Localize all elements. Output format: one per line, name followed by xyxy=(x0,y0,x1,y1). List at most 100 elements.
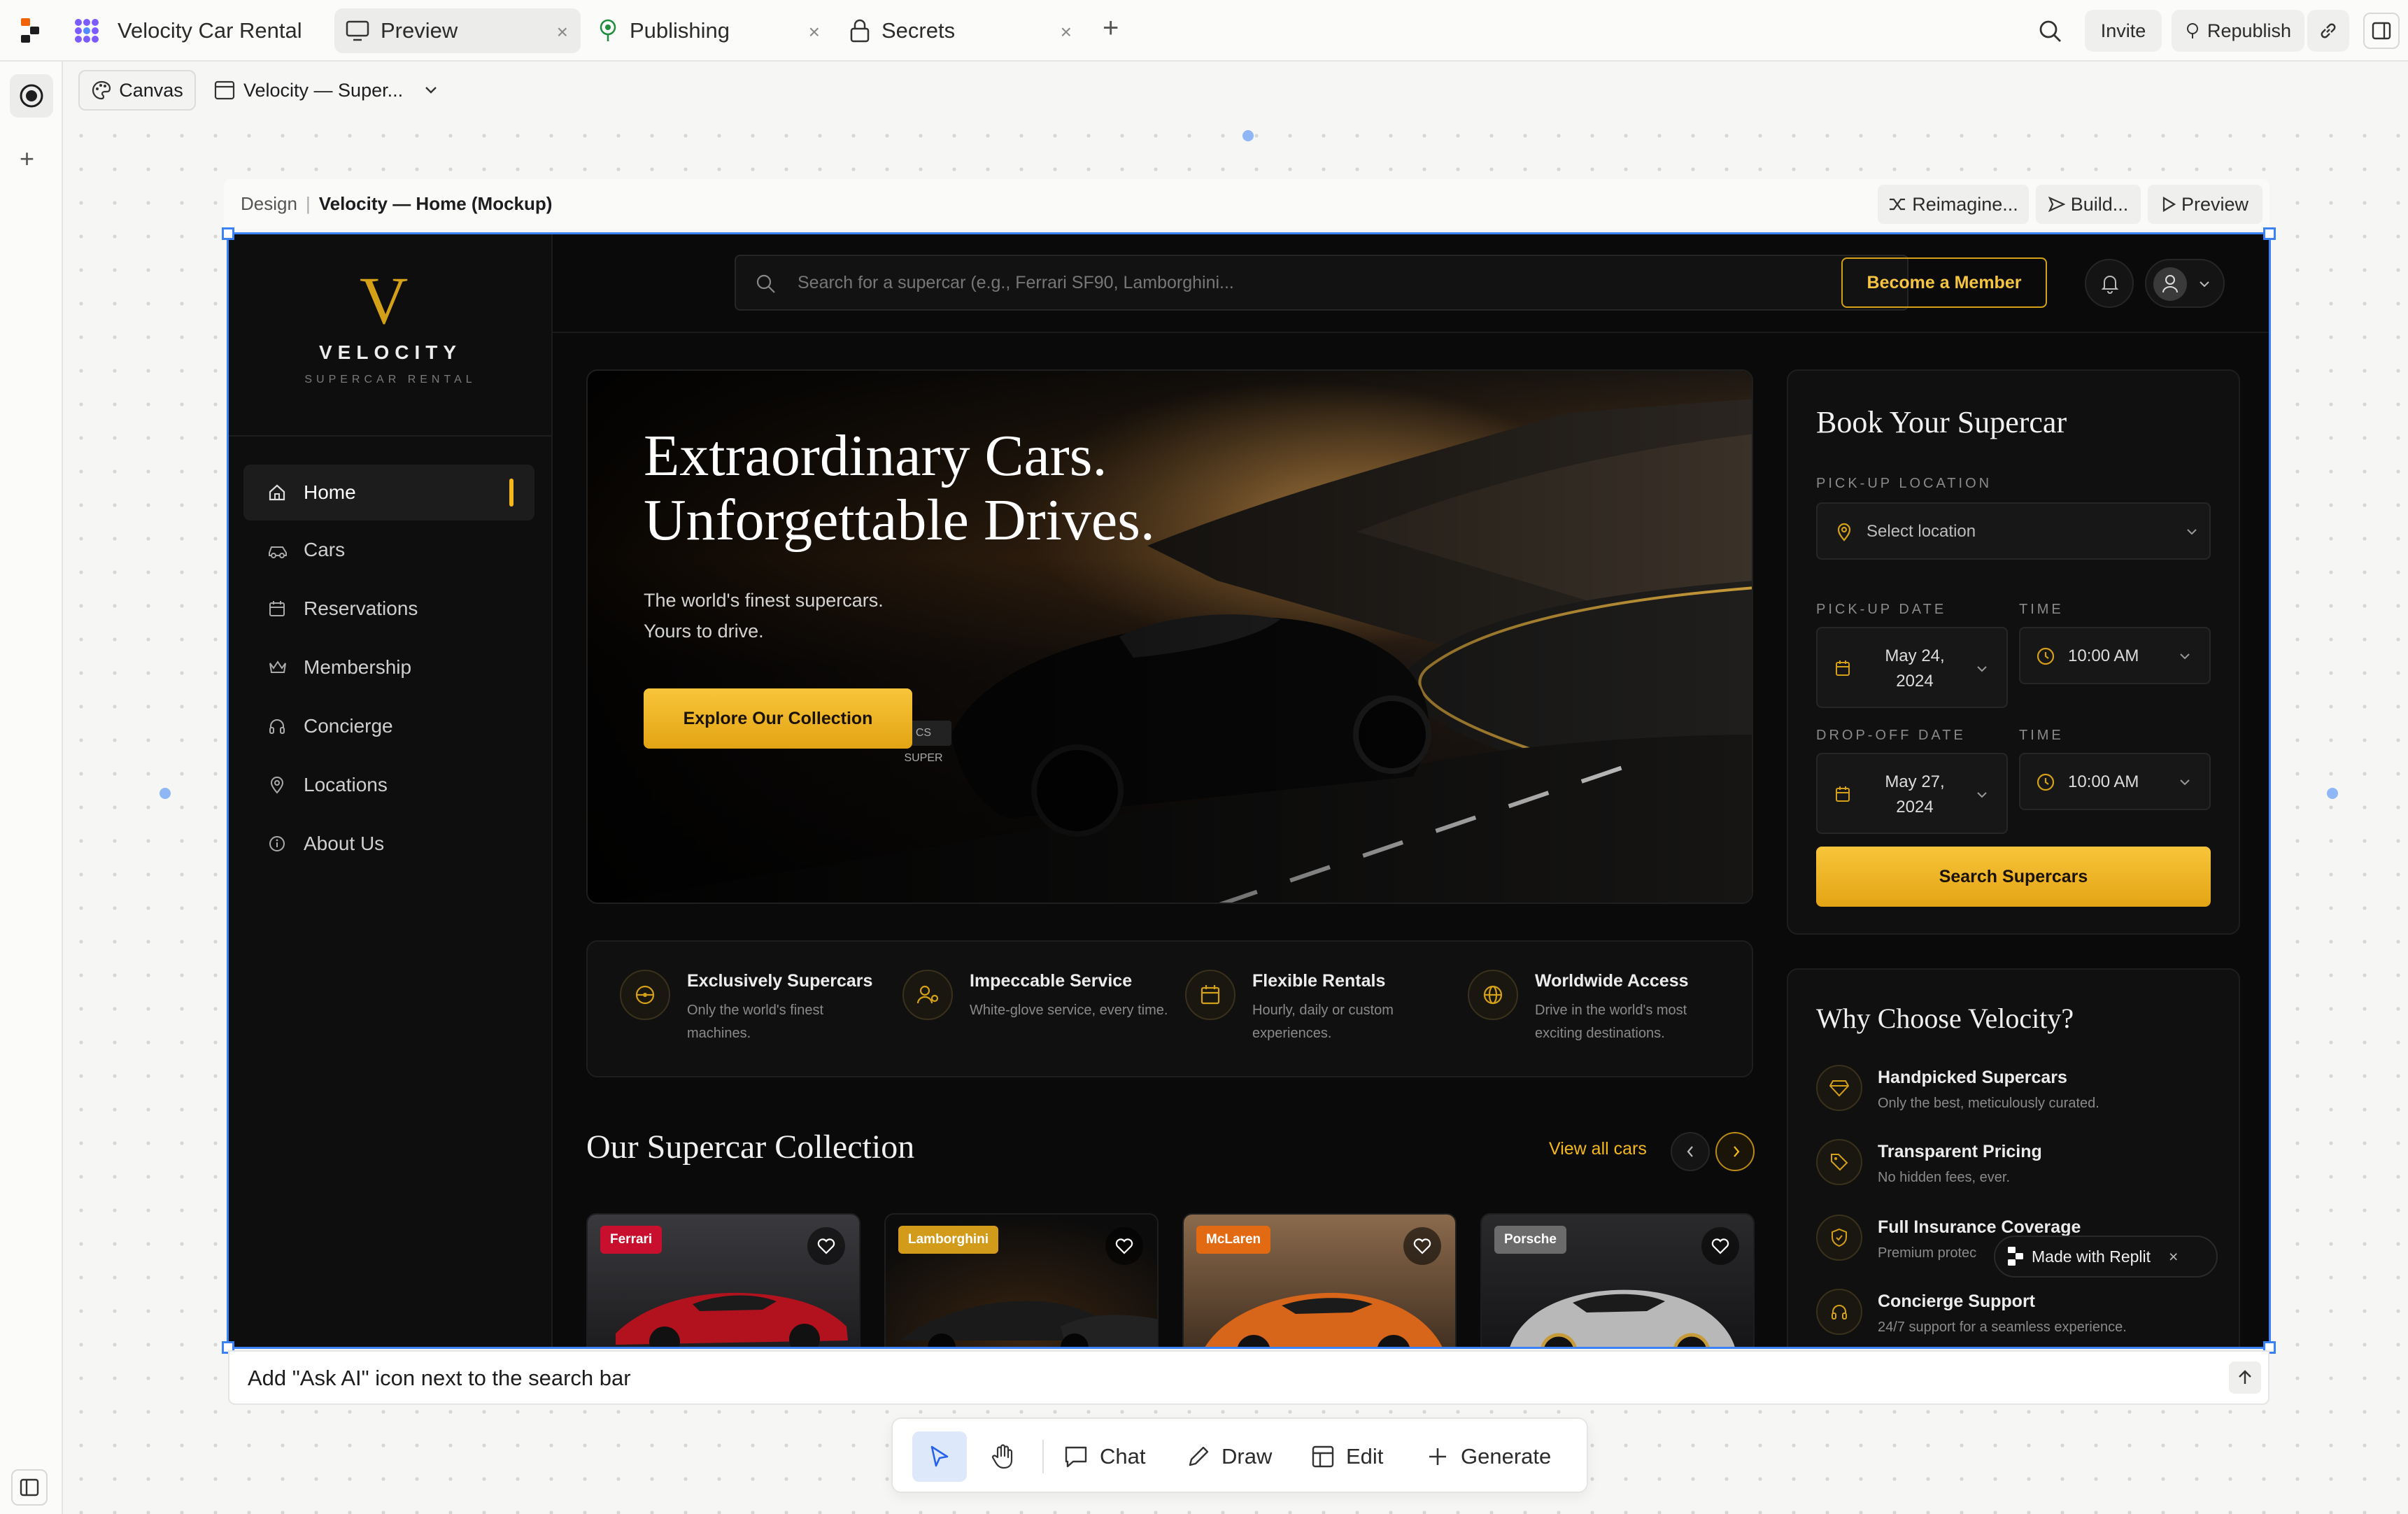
favorite-button[interactable] xyxy=(1701,1227,1739,1265)
car-card-lamborghini[interactable]: Lamborghini xyxy=(884,1213,1159,1347)
headset-icon xyxy=(269,719,285,734)
nav-item-locations[interactable]: Locations xyxy=(243,757,534,813)
nav-item-home[interactable]: Home xyxy=(243,465,534,521)
panel-toggle-button[interactable] xyxy=(2363,13,2400,49)
why-item-desc: Premium protec xyxy=(1878,1245,1977,1261)
tab-preview[interactable]: Preview × xyxy=(334,8,581,53)
view-all-cars-link[interactable]: View all cars xyxy=(1549,1139,1647,1159)
carousel-prev-button[interactable] xyxy=(1671,1132,1710,1171)
project-name[interactable]: Velocity Car Rental xyxy=(118,18,302,43)
nav-item-concierge[interactable]: Concierge xyxy=(243,698,534,754)
car-card-ferrari[interactable]: Ferrari xyxy=(586,1213,860,1347)
add-icon[interactable]: + xyxy=(20,144,34,174)
nav-item-membership[interactable]: Membership xyxy=(243,639,534,695)
prompt-input[interactable]: Add "Ask AI" icon next to the search bar xyxy=(248,1366,631,1391)
nav-item-about-us[interactable]: About Us xyxy=(243,816,534,872)
generate-label: Generate xyxy=(1461,1444,1552,1469)
favorite-button[interactable] xyxy=(807,1227,845,1265)
prompt-bar[interactable]: Add "Ask AI" icon next to the search bar xyxy=(228,1350,2269,1405)
chat-tool-button[interactable]: Chat xyxy=(1063,1431,1145,1482)
record-button[interactable] xyxy=(10,74,53,118)
favorite-button[interactable] xyxy=(1403,1227,1441,1265)
selection-dot xyxy=(1242,130,1254,141)
sidebar-toggle-button[interactable] xyxy=(11,1469,48,1506)
become-member-button[interactable]: Become a Member xyxy=(1841,257,2047,308)
dropoff-date-select[interactable]: May 27, 2024 xyxy=(1816,753,2008,834)
why-item-desc: 24/7 support for a seamless experience. xyxy=(1878,1320,2127,1335)
search-bar[interactable]: Search for a supercar (e.g., Ferrari SF9… xyxy=(735,255,1908,311)
pan-tool-button[interactable] xyxy=(975,1431,1030,1482)
chevron-down-icon xyxy=(425,87,437,94)
submit-button[interactable] xyxy=(2229,1361,2261,1394)
canvas-button[interactable]: Canvas xyxy=(78,70,196,111)
link-icon xyxy=(2321,23,2336,38)
booking-title: Book Your Supercar xyxy=(1816,405,2067,439)
collection-title: Our Supercar Collection xyxy=(586,1129,915,1166)
user-icon xyxy=(2162,275,2178,293)
pickup-date-select[interactable]: May 24, 2024 xyxy=(1816,627,2008,708)
why-item: Handpicked Supercars Only the best, meti… xyxy=(1816,1065,2208,1128)
breadcrumb: Design | Velocity — Home (Mockup) xyxy=(241,193,552,215)
tab-publishing[interactable]: Publishing × xyxy=(586,8,833,53)
replit-logo[interactable] xyxy=(21,18,42,43)
explore-collection-button[interactable]: Explore Our Collection xyxy=(644,688,912,749)
nav-item-reservations[interactable]: Reservations xyxy=(243,581,534,637)
reimagine-button[interactable]: Reimagine... xyxy=(1878,185,2029,224)
shield-icon xyxy=(1816,1215,1862,1261)
selection-dot xyxy=(2327,788,2338,799)
select-tool-button[interactable] xyxy=(912,1431,967,1482)
republish-button[interactable]: Republish xyxy=(2172,10,2304,52)
nav-item-cars[interactable]: Cars xyxy=(243,522,534,578)
carousel-next-button[interactable] xyxy=(1715,1132,1755,1171)
pickup-time-select[interactable]: 10:00 AM xyxy=(2019,627,2211,684)
feature-desc: Hourly, daily or custom experiences. xyxy=(1252,1003,1394,1041)
nav-label: Concierge xyxy=(304,715,393,737)
pickup-location-select[interactable]: Select location xyxy=(1816,502,2211,560)
search-supercars-button[interactable]: Search Supercars xyxy=(1816,847,2211,907)
close-icon[interactable]: × xyxy=(809,21,820,43)
why-item-desc: Only the best, meticulously curated. xyxy=(1878,1096,2099,1111)
generate-tool-button[interactable]: Generate xyxy=(1427,1431,1551,1482)
dropoff-time-select[interactable]: 10:00 AM xyxy=(2019,753,2211,810)
favorite-button[interactable] xyxy=(1105,1227,1143,1265)
build-button[interactable]: Build... xyxy=(2036,185,2141,224)
tab-label: Publishing xyxy=(630,18,730,43)
car-card-porsche[interactable]: Porsche xyxy=(1480,1213,1755,1347)
breadcrumb-root[interactable]: Design xyxy=(241,193,297,215)
preview-button[interactable]: Preview xyxy=(2148,185,2262,224)
breadcrumb-separator: | xyxy=(305,193,311,214)
calendar-icon xyxy=(1836,660,1850,676)
new-tab-button[interactable]: + xyxy=(1103,13,1119,44)
frame-select[interactable]: Velocity — Super... xyxy=(214,70,438,111)
notifications-button[interactable] xyxy=(2085,259,2134,308)
why-item: Transparent Pricing No hidden fees, ever… xyxy=(1816,1139,2208,1202)
breadcrumb-current[interactable]: Velocity — Home (Mockup) xyxy=(319,193,553,215)
selection-dot xyxy=(160,788,171,799)
feature-item: Impeccable Service White-glove service, … xyxy=(902,963,1175,1068)
date-line: 2024 xyxy=(1896,798,1934,816)
hero-subtitle-line: The world's finest supercars. xyxy=(644,590,884,611)
chevron-down-icon xyxy=(2187,529,2197,535)
search-icon[interactable] xyxy=(2039,20,2062,43)
build-label: Build... xyxy=(2070,193,2129,215)
draw-tool-button[interactable]: Draw xyxy=(1187,1431,1272,1482)
made-with-replit-badge[interactable]: Made with Replit × xyxy=(1994,1236,2218,1278)
brand-logo[interactable]: V xyxy=(360,267,408,334)
tab-secrets[interactable]: Secrets × xyxy=(838,8,1084,53)
car-card-mclaren[interactable]: McLaren xyxy=(1182,1213,1457,1347)
close-icon[interactable]: × xyxy=(557,21,568,43)
user-menu[interactable] xyxy=(2145,259,2225,308)
date-line: May 27, xyxy=(1885,772,1945,791)
app-mockup[interactable]: V VELOCITY SUPERCAR RENTAL Home Cars Res… xyxy=(228,232,2269,1347)
link-button[interactable] xyxy=(2307,10,2349,52)
brand-badge: McLaren xyxy=(1196,1226,1271,1254)
tab-label: Secrets xyxy=(881,18,956,43)
replit-logo xyxy=(2008,1247,2023,1266)
features-strip: Exclusively Supercars Only the world's f… xyxy=(586,940,1753,1077)
close-icon[interactable]: × xyxy=(2169,1247,2178,1266)
play-icon xyxy=(2162,197,2176,212)
close-icon[interactable]: × xyxy=(1061,21,1072,43)
invite-button[interactable]: Invite xyxy=(2085,10,2162,52)
search-placeholder: Search for a supercar (e.g., Ferrari SF9… xyxy=(798,273,1234,292)
edit-tool-button[interactable]: Edit xyxy=(1311,1431,1383,1482)
